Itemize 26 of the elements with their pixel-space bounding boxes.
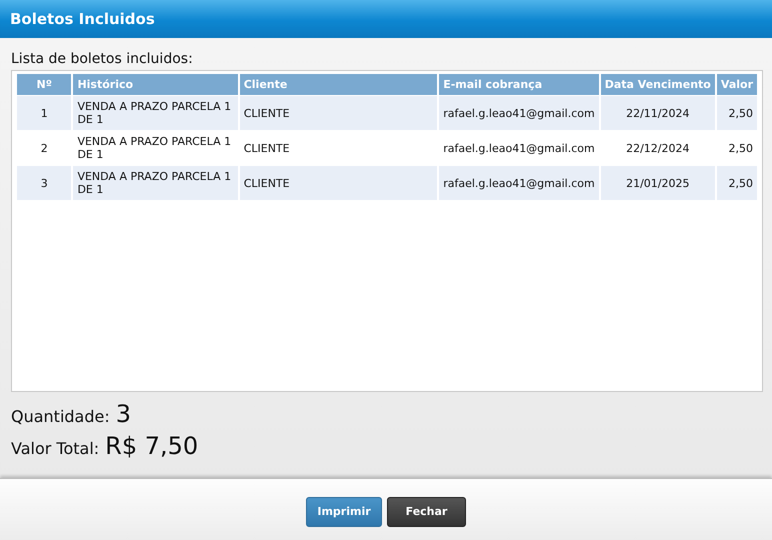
table-cell: CLIENTE [240, 96, 438, 130]
window-title: Boletos Incluidos [10, 10, 155, 28]
column-header[interactable]: Data Vencimento [600, 74, 715, 95]
table-cell: VENDA A PRAZO PARCELA 1 DE 1 [73, 166, 238, 200]
table-cell: CLIENTE [240, 166, 438, 200]
table-cell: rafael.g.leao41@gmail.com [439, 166, 599, 200]
table-cell: 3 [17, 166, 72, 200]
table-cell: 2,50 [716, 166, 757, 200]
summary-value: 3 [116, 400, 132, 428]
table-cell: VENDA A PRAZO PARCELA 1 DE 1 [73, 96, 238, 130]
table-cell: 2,50 [716, 96, 757, 130]
list-label: Lista de boletos incluidos: [11, 51, 194, 67]
column-header[interactable]: Histórico [73, 74, 238, 95]
table-cell: rafael.g.leao41@gmail.com [439, 96, 599, 130]
close-button[interactable]: Fechar [387, 496, 466, 526]
column-header[interactable]: Valor [716, 74, 757, 95]
print-button[interactable]: Imprimir [306, 496, 382, 526]
column-header[interactable]: E-mail cobrança [439, 74, 599, 95]
summary-label: Valor Total: [11, 439, 100, 458]
table-cell: 21/01/2025 [600, 166, 715, 200]
table-cell: 1 [17, 96, 72, 130]
column-header[interactable]: Nº [17, 74, 72, 95]
summary-label: Quantidade: [11, 407, 110, 426]
summary-value: R$ 7,50 [105, 432, 198, 460]
column-header[interactable]: Cliente [240, 74, 438, 95]
table-cell: 22/11/2024 [600, 96, 715, 130]
